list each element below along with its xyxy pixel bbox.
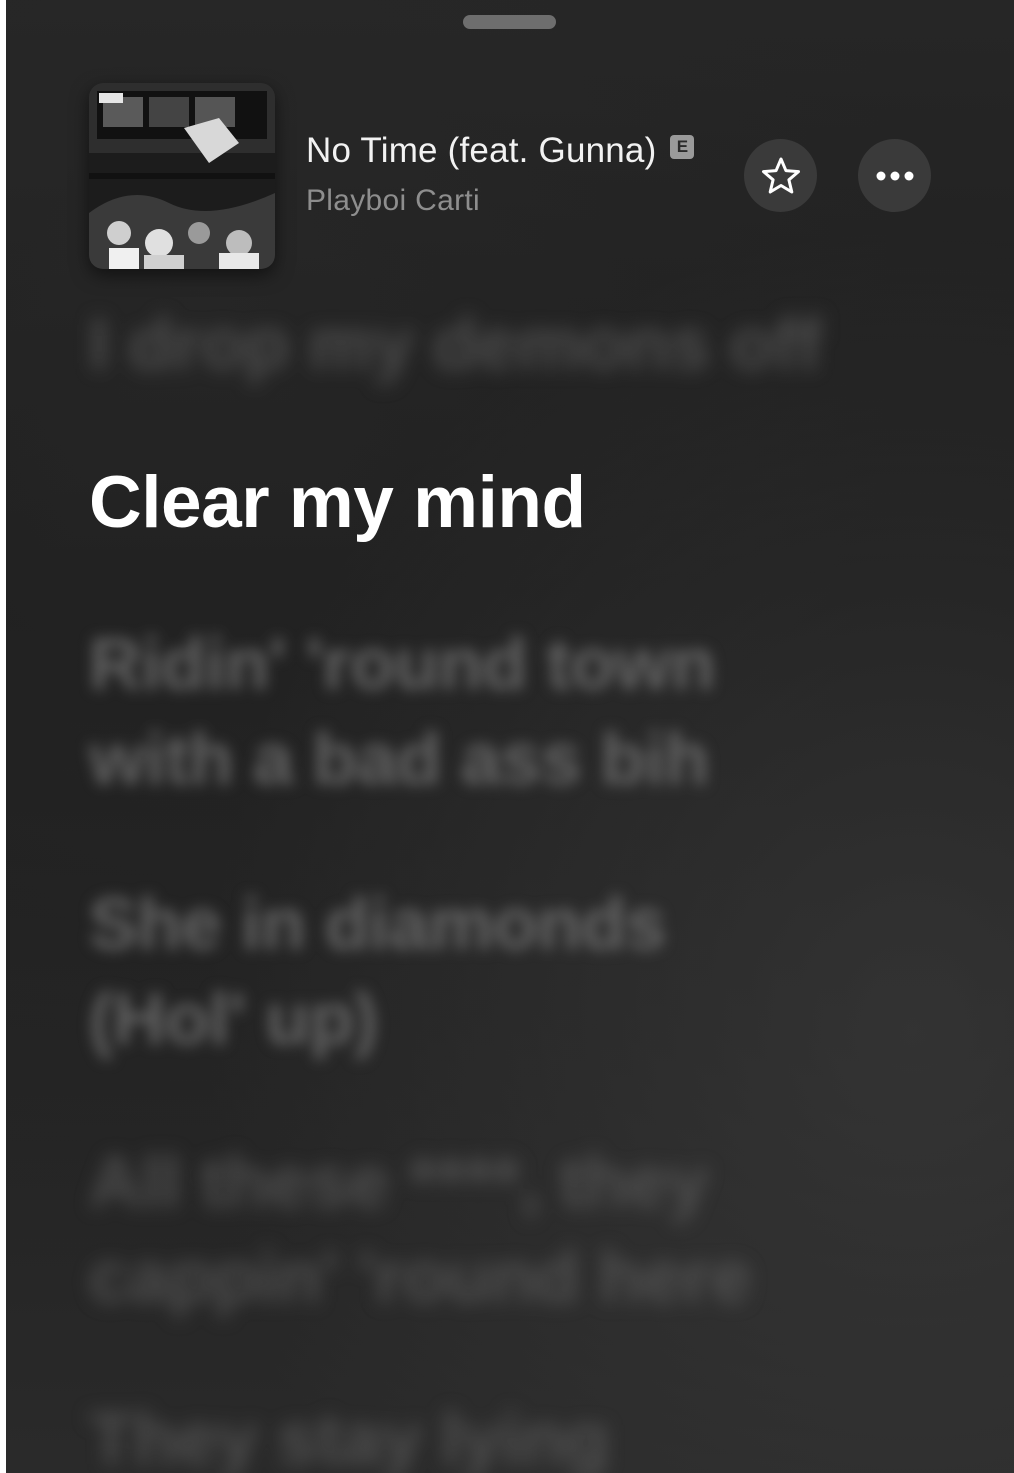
- lyric-line[interactable]: All these ****, they: [89, 1135, 909, 1231]
- lyric-line[interactable]: with a bad ass bih: [89, 712, 909, 808]
- lyric-line[interactable]: cappin' 'round here: [89, 1230, 909, 1326]
- lyrics-sheet: No Time (feat. Gunna) E Playboi Carti I …: [6, 0, 1014, 1473]
- lyric-line-current[interactable]: Clear my mind: [89, 455, 909, 551]
- album-artwork[interactable]: [89, 83, 275, 269]
- explicit-badge: E: [670, 135, 695, 159]
- ellipsis-icon: [876, 171, 913, 180]
- track-title: No Time (feat. Gunna): [306, 131, 657, 170]
- star-outline-icon: [761, 157, 800, 193]
- lyric-line-previous[interactable]: I drop my demons off: [89, 297, 909, 393]
- lyric-line[interactable]: (Hol' up): [89, 972, 909, 1068]
- album-artwork-image: [89, 83, 275, 269]
- lyric-line[interactable]: Ridin' 'round town: [89, 617, 909, 713]
- more-options-button[interactable]: [858, 139, 931, 212]
- lyric-line[interactable]: They stay lying: [89, 1392, 909, 1473]
- lyric-line[interactable]: She in diamonds: [89, 877, 909, 973]
- track-artist[interactable]: Playboi Carti: [306, 184, 480, 218]
- sheet-grabber[interactable]: [463, 15, 556, 29]
- favorite-button[interactable]: [744, 139, 817, 212]
- track-title-row: No Time (feat. Gunna) E: [306, 128, 695, 174]
